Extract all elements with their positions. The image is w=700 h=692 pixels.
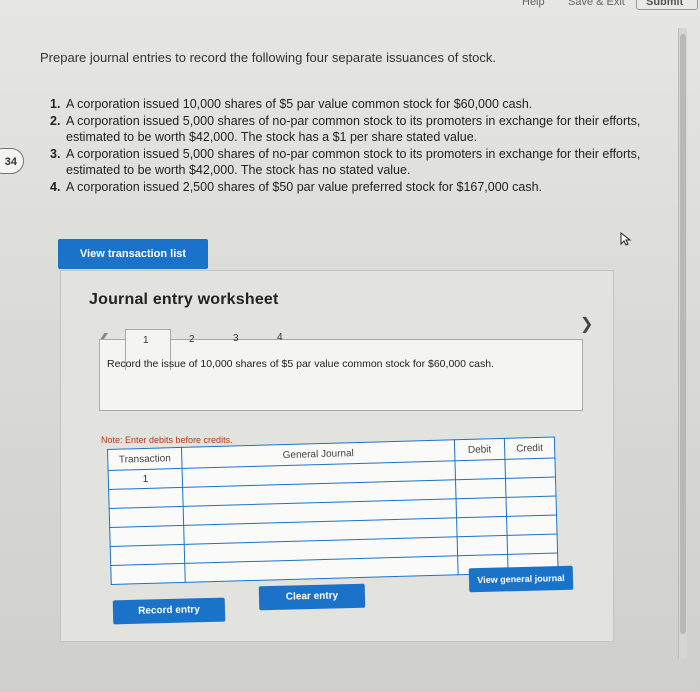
transaction-cell xyxy=(110,563,186,585)
save-exit-link[interactable]: Save & Exit xyxy=(568,0,625,8)
item-number: 3. xyxy=(50,146,61,161)
transaction-cell xyxy=(108,487,184,509)
list-item: 1. A corporation issued 10,000 shares of … xyxy=(50,96,660,113)
transaction-cell xyxy=(109,506,184,528)
record-entry-button[interactable]: Record entry xyxy=(112,597,226,625)
transaction-cell xyxy=(110,544,185,566)
debit-header: Debit xyxy=(454,438,505,461)
list-item: 2. A corporation issued 5,000 shares of n… xyxy=(50,113,660,146)
item-text: A corporation issued 10,000 shares of $5… xyxy=(66,97,533,111)
scrollbar[interactable] xyxy=(678,28,687,658)
note-text: Note: Enter debits before credits. xyxy=(101,435,233,445)
credit-input[interactable] xyxy=(505,476,556,498)
screen: Help Save & Exit Submit 34 Prepare journ… xyxy=(0,0,700,692)
scrollbar-thumb[interactable] xyxy=(680,34,686,634)
question-prompt: Prepare journal entries to record the fo… xyxy=(40,50,496,65)
transaction-cell xyxy=(109,525,185,547)
top-toolbar: Help Save & Exit Submit xyxy=(0,0,700,12)
worksheet-title: Journal entry worksheet xyxy=(89,291,279,308)
list-item: 4. A corporation issued 2,500 shares of $… xyxy=(50,179,660,196)
debit-input[interactable] xyxy=(457,535,508,556)
item-number: 4. xyxy=(50,179,61,194)
tab-2[interactable]: 2 xyxy=(189,334,195,345)
view-general-journal-button[interactable]: View general journal xyxy=(468,565,574,593)
transaction-cell: 1 xyxy=(108,468,183,490)
tab-3[interactable]: 3 xyxy=(233,333,239,344)
view-transaction-list-button[interactable]: View transaction list xyxy=(58,239,208,269)
tab-1-label[interactable]: 1 xyxy=(143,335,149,346)
journal-entry-worksheet: Journal entry worksheet ❮ ❯ 1 2 3 4 Reco… xyxy=(60,270,614,642)
clear-entry-button[interactable]: Clear entry xyxy=(258,583,366,611)
credit-input[interactable] xyxy=(506,514,558,536)
debit-input[interactable] xyxy=(455,497,507,518)
list-item: 3. A corporation issued 5,000 shares of n… xyxy=(50,146,660,179)
debit-input[interactable] xyxy=(456,516,507,537)
tab-4[interactable]: 4 xyxy=(277,332,283,343)
item-number: 2. xyxy=(50,113,61,128)
item-text: A corporation issued 5,000 shares of no-… xyxy=(66,113,641,145)
debit-input[interactable] xyxy=(455,478,506,499)
record-instruction-box xyxy=(99,339,583,411)
debit-input[interactable] xyxy=(454,459,506,480)
chevron-right-icon[interactable]: ❯ xyxy=(580,314,593,334)
credit-input[interactable] xyxy=(504,457,556,479)
issuance-list: 1. A corporation issued 10,000 shares of … xyxy=(50,96,660,195)
submit-label: Submit xyxy=(646,0,684,8)
record-instruction: Record the issue of 10,000 shares of $5 … xyxy=(107,358,494,370)
item-text: A corporation issued 2,500 shares of $50… xyxy=(66,179,542,194)
credit-input[interactable] xyxy=(505,495,557,517)
general-journal-table: Transaction General Journal Debit Credit… xyxy=(107,436,559,586)
question-number-badge[interactable]: 34 xyxy=(0,148,24,174)
transaction-header: Transaction xyxy=(107,447,183,471)
help-link[interactable]: Help xyxy=(522,0,545,8)
item-number: 1. xyxy=(50,97,61,111)
item-text: A corporation issued 5,000 shares of no-… xyxy=(66,146,641,178)
credit-header: Credit xyxy=(504,437,555,460)
credit-input[interactable] xyxy=(506,533,558,555)
